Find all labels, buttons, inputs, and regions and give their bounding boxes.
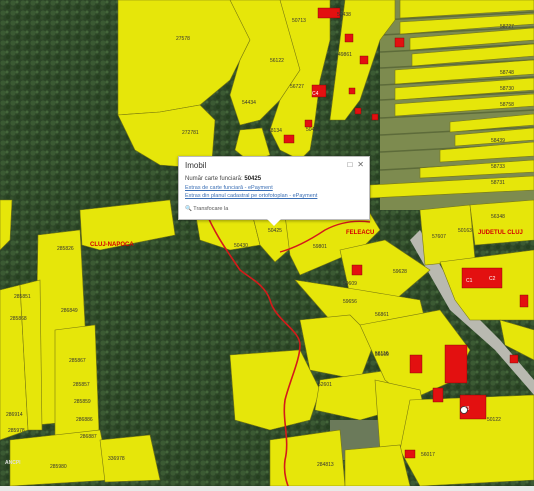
uat-label-cluj-napoca: CLUJ-NAPOCA (90, 242, 134, 248)
svg-text:285867: 285867 (69, 358, 86, 364)
svg-text:285851: 285851 (14, 294, 31, 300)
svg-text:50438: 50438 (337, 12, 351, 18)
svg-text:285859: 285859 (74, 399, 91, 405)
svg-text:27578: 27578 (176, 36, 190, 42)
svg-text:58730: 58730 (500, 86, 514, 92)
bottom-bar (0, 486, 534, 491)
location-marker-icon[interactable] (460, 406, 468, 414)
uat-label-judetul-cluj: JUDETUL CLUJ (478, 230, 523, 236)
svg-text:56122: 56122 (270, 58, 284, 64)
svg-text:58758: 58758 (500, 102, 514, 108)
svg-text:58439: 58439 (491, 138, 505, 144)
extract-land-book-link[interactable]: Extras de carte funciară - ePayment (185, 185, 273, 191)
zoom-icon: 🔍 (185, 206, 192, 212)
svg-text:56861: 56861 (375, 312, 389, 318)
building-label-c2: C2 (489, 276, 496, 282)
svg-text:286886: 286886 (76, 417, 93, 423)
svg-text:284813: 284813 (317, 462, 334, 468)
building-label-c4: C4 (312, 91, 319, 97)
cadastral-map[interactable]: C1 C2 C3 C4 50713 27578 50425 50430 4813… (0, 0, 534, 491)
svg-text:285826: 285826 (57, 246, 74, 252)
svg-text:56727: 56727 (290, 84, 304, 90)
svg-text:286887: 286887 (80, 434, 97, 440)
svg-text:57607: 57607 (432, 234, 446, 240)
zoom-label: Transfocare la (193, 206, 229, 212)
svg-text:285978: 285978 (8, 428, 25, 434)
svg-text:54434: 54434 (242, 100, 256, 106)
svg-text:50430: 50430 (234, 243, 248, 249)
svg-text:58748: 58748 (500, 70, 514, 76)
cadastral-number-label: Număr carte funciară: (185, 176, 243, 182)
svg-text:59628: 59628 (393, 269, 407, 275)
parcel-info-popup: Imobil □ ✕ Număr carte funciară: 50425 Ex… (178, 156, 370, 226)
svg-text:59609: 59609 (343, 281, 357, 287)
svg-text:56017: 56017 (421, 452, 435, 458)
popup-title: Imobil (185, 161, 207, 170)
uat-label-feleacu: FELEACU (346, 230, 374, 236)
maximize-icon[interactable]: □ (347, 160, 352, 169)
svg-text:49861: 49861 (338, 52, 352, 58)
svg-text:52601: 52601 (318, 382, 332, 388)
svg-text:56348: 56348 (491, 214, 505, 220)
svg-text:272781: 272781 (182, 130, 199, 136)
svg-text:58733: 58733 (491, 164, 505, 170)
svg-text:59656: 59656 (343, 299, 357, 305)
popup-controls: □ ✕ (342, 160, 364, 169)
cadastral-number-row: Număr carte funciară: 50425 (185, 176, 261, 182)
svg-text:58731: 58731 (491, 180, 505, 186)
svg-text:285980: 285980 (50, 464, 67, 470)
svg-text:56109: 56109 (375, 352, 389, 358)
cadastral-number-value: 50425 (244, 176, 262, 182)
svg-text:285868: 285868 (10, 316, 27, 322)
svg-text:58727: 58727 (500, 24, 514, 30)
svg-text:50453: 50453 (306, 127, 320, 133)
svg-text:50122: 50122 (487, 417, 501, 423)
extract-cadastral-plan-link[interactable]: Extras din planul cadastral pe ortofotop… (185, 193, 317, 199)
zoom-to-button[interactable]: 🔍 Transfocare la (185, 206, 228, 212)
close-icon[interactable]: ✕ (357, 160, 364, 169)
svg-text:59801: 59801 (313, 244, 327, 250)
svg-text:285857: 285857 (73, 382, 90, 388)
svg-text:48134: 48134 (268, 128, 282, 134)
svg-text:286914: 286914 (6, 412, 23, 418)
svg-text:50713: 50713 (292, 18, 306, 24)
svg-text:50163: 50163 (458, 228, 472, 234)
svg-text:336978: 336978 (108, 456, 125, 462)
svg-text:286849: 286849 (61, 308, 78, 314)
svg-text:50425: 50425 (268, 228, 282, 234)
ancpi-logo: ANCPI (5, 460, 21, 466)
building-label-c1: C1 (466, 278, 473, 284)
